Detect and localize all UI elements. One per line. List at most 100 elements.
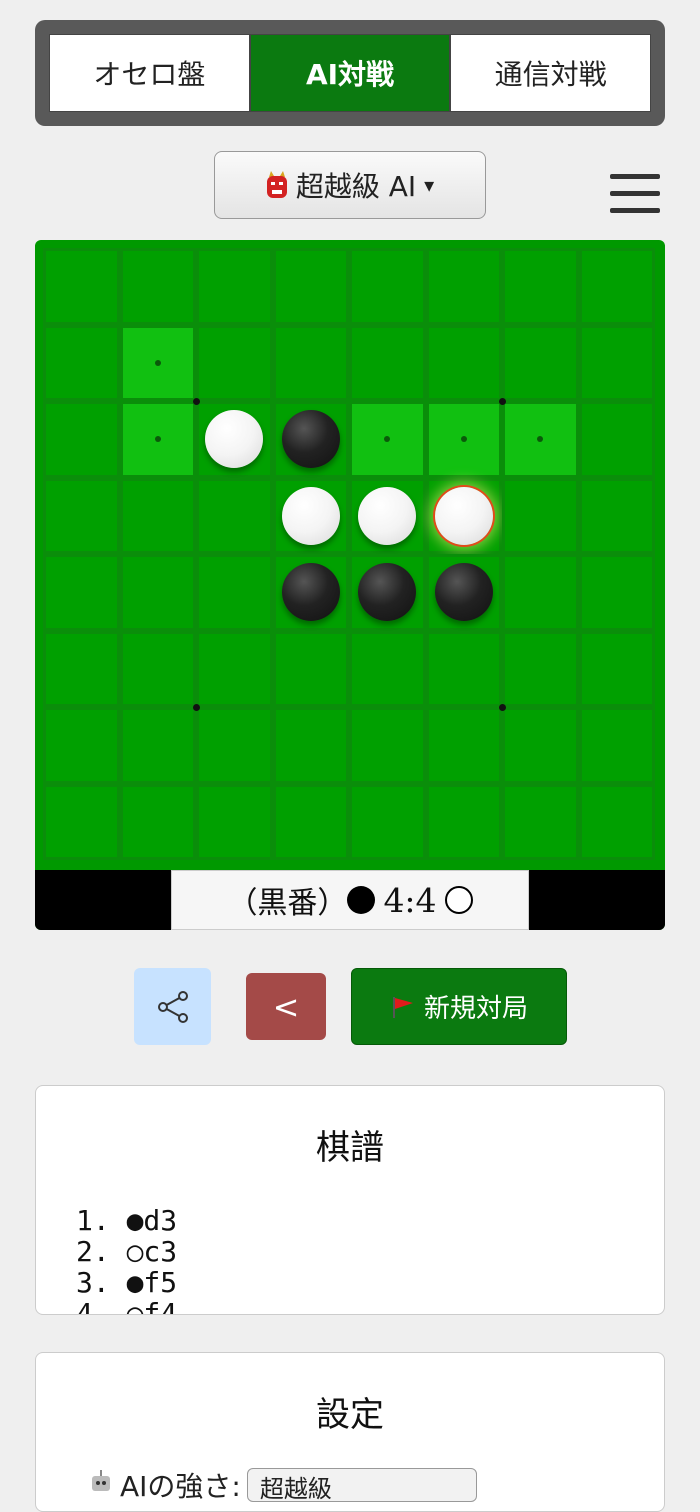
black-stone-icon — [347, 886, 376, 914]
board-cell-e4[interactable] — [349, 477, 426, 554]
board-cell-c7[interactable] — [196, 707, 273, 784]
board-cell-b1[interactable] — [119, 248, 196, 325]
board-cell-e7[interactable] — [349, 707, 426, 784]
board-cell-b2[interactable] — [119, 324, 196, 401]
board-cell-g1[interactable] — [502, 248, 579, 325]
board-cell-f5[interactable] — [425, 554, 502, 631]
board-cell-f8[interactable] — [425, 783, 502, 860]
board-cell-f2[interactable] — [425, 324, 502, 401]
othello-board: （黒番） 4:4 — [35, 240, 665, 930]
status-bar: （黒番） 4:4 — [35, 870, 665, 930]
score-display: （黒番） 4:4 — [171, 870, 529, 930]
tab-othello-board[interactable]: オセロ盤 — [49, 34, 250, 112]
share-button[interactable] — [134, 968, 211, 1045]
white-stone-icon — [444, 886, 473, 914]
board-cell-b6[interactable] — [119, 630, 196, 707]
board-cell-b8[interactable] — [119, 783, 196, 860]
board-cell-c4[interactable] — [196, 477, 273, 554]
board-cell-g8[interactable] — [502, 783, 579, 860]
kifu-move: 1. ●d3 — [76, 1204, 178, 1237]
board-cell-f6[interactable] — [425, 630, 502, 707]
black-stone — [358, 563, 417, 622]
board-cell-c2[interactable] — [196, 324, 273, 401]
board-cell-a2[interactable] — [43, 324, 120, 401]
board-cell-g3[interactable] — [502, 401, 579, 478]
board-cell-e6[interactable] — [349, 630, 426, 707]
board-cell-c3[interactable] — [196, 401, 273, 478]
black-stone — [434, 563, 493, 622]
board-cell-g2[interactable] — [502, 324, 579, 401]
board-cell-a1[interactable] — [43, 248, 120, 325]
ai-strength-select[interactable]: 超越級 — [246, 1468, 477, 1503]
board-cell-c8[interactable] — [196, 783, 273, 860]
board-cell-f4[interactable] — [425, 477, 502, 554]
kifu-title: 棋譜 — [316, 1128, 384, 1168]
board-cell-e1[interactable] — [349, 248, 426, 325]
board-cell-d3[interactable] — [272, 401, 349, 478]
black-stone — [281, 563, 340, 622]
board-cell-a6[interactable] — [43, 630, 120, 707]
settings-title: 設定 — [316, 1395, 384, 1435]
board-cell-h7[interactable] — [578, 707, 655, 784]
board-cell-b5[interactable] — [119, 554, 196, 631]
ai-strength-row: AIの強さ: 超越級 — [88, 1465, 477, 1505]
board-cell-e3[interactable] — [349, 401, 426, 478]
board-cell-h6[interactable] — [578, 630, 655, 707]
board-cell-d6[interactable] — [272, 630, 349, 707]
board-cell-c6[interactable] — [196, 630, 273, 707]
board-cell-c5[interactable] — [196, 554, 273, 631]
black-stone — [281, 410, 340, 469]
board-cell-a3[interactable] — [43, 401, 120, 478]
board-cell-f7[interactable] — [425, 707, 502, 784]
white-stone — [434, 486, 493, 545]
board-cell-g4[interactable] — [502, 477, 579, 554]
board-star-point — [498, 397, 506, 405]
board-cell-d1[interactable] — [272, 248, 349, 325]
board-cell-a7[interactable] — [43, 707, 120, 784]
board-cell-a8[interactable] — [43, 783, 120, 860]
kifu-move: 3. ●f5 — [76, 1266, 178, 1299]
board-cell-g5[interactable] — [502, 554, 579, 631]
board-cell-h4[interactable] — [578, 477, 655, 554]
board-cell-e8[interactable] — [349, 783, 426, 860]
board-cell-f3[interactable] — [425, 401, 502, 478]
new-game-button[interactable]: 新規対局 — [351, 968, 567, 1045]
board-cell-f1[interactable] — [425, 248, 502, 325]
score-count: 4:4 — [383, 880, 437, 920]
board-cell-a4[interactable] — [43, 477, 120, 554]
board-cell-a5[interactable] — [43, 554, 120, 631]
board-cell-g7[interactable] — [502, 707, 579, 784]
kifu-list: 1. ●d3 2. ○c3 3. ●f5 4. ○f4 — [76, 1204, 664, 1314]
board-star-point — [192, 703, 200, 711]
tab-ai-match[interactable]: AI対戦 — [249, 34, 451, 112]
legal-move-hint — [460, 436, 467, 443]
legal-move-hint — [384, 436, 391, 443]
board-cell-h2[interactable] — [578, 324, 655, 401]
chevron-down-icon: ▾ — [424, 173, 435, 197]
board-cell-b7[interactable] — [119, 707, 196, 784]
board-cell-b3[interactable] — [119, 401, 196, 478]
board-cell-d5[interactable] — [272, 554, 349, 631]
white-stone — [358, 486, 417, 545]
board-cell-h5[interactable] — [578, 554, 655, 631]
board-cell-d2[interactable] — [272, 324, 349, 401]
new-game-label: 新規対局 — [423, 994, 528, 1024]
board-cell-h3[interactable] — [578, 401, 655, 478]
board-cell-e2[interactable] — [349, 324, 426, 401]
board-cell-d4[interactable] — [272, 477, 349, 554]
board-cell-d7[interactable] — [272, 707, 349, 784]
white-stone — [205, 410, 264, 469]
board-cell-g6[interactable] — [502, 630, 579, 707]
hamburger-menu-icon[interactable] — [610, 174, 660, 216]
ai-level-dropdown[interactable]: 超越級 AI ▾ — [214, 151, 486, 219]
board-cell-e5[interactable] — [349, 554, 426, 631]
kifu-move: 2. ○c3 — [76, 1235, 178, 1268]
undo-button[interactable]: < — [246, 973, 326, 1040]
board-cell-d8[interactable] — [272, 783, 349, 860]
board-cell-h1[interactable] — [578, 248, 655, 325]
board-cell-h8[interactable] — [578, 783, 655, 860]
board-cell-c1[interactable] — [196, 248, 273, 325]
legal-move-hint — [154, 436, 161, 443]
board-cell-b4[interactable] — [119, 477, 196, 554]
tab-online-match[interactable]: 通信対戦 — [450, 34, 652, 112]
